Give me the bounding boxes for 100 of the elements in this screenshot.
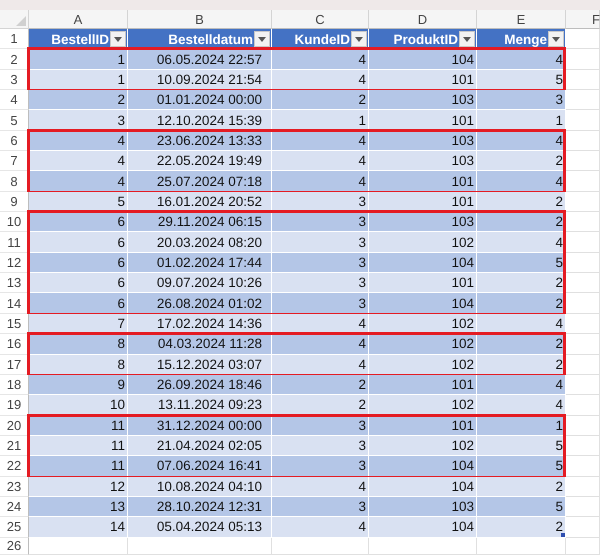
column-header[interactable]: D <box>418 12 428 26</box>
row-number[interactable]: 22 <box>6 458 22 474</box>
table-cell: 2 <box>555 275 563 290</box>
caret-icon <box>114 36 122 42</box>
filter-dropdown-button[interactable] <box>548 31 564 48</box>
table-cell: 5 <box>555 499 563 514</box>
row-number[interactable]: 7 <box>10 153 18 168</box>
table-cell: 102 <box>451 336 474 352</box>
table-cell: 103 <box>451 92 474 108</box>
row-number[interactable]: 13 <box>6 275 22 290</box>
filter-dropdown-button[interactable] <box>459 31 475 48</box>
table-cell: 2 <box>555 478 563 494</box>
row-number[interactable]: 12 <box>6 254 22 270</box>
table-cell: 102 <box>451 316 474 331</box>
table-cell: 104 <box>451 458 474 474</box>
table-cell: 4 <box>358 519 366 534</box>
table-cell: 5 <box>555 72 563 87</box>
column-header[interactable]: F <box>592 12 600 26</box>
column-header[interactable]: C <box>315 12 325 26</box>
row-number[interactable]: 8 <box>10 174 18 189</box>
table-cell: 4 <box>358 132 366 148</box>
table-cell: 102 <box>451 234 474 250</box>
table-cell: 101 <box>451 275 474 290</box>
row-number[interactable]: 2 <box>10 52 18 67</box>
table-cell: 4 <box>358 316 366 331</box>
row-number[interactable]: 9 <box>10 194 18 209</box>
table-cell: 102 <box>451 356 474 372</box>
filter-dropdown-button[interactable] <box>110 31 126 48</box>
table-cell: 5 <box>555 254 563 270</box>
table-cell: 2 <box>555 519 563 534</box>
table-cell: 2 <box>358 397 366 412</box>
row-number[interactable]: 11 <box>7 234 21 250</box>
row-number[interactable]: 6 <box>10 132 18 148</box>
column-title: KundeID <box>294 32 351 47</box>
table-cell: 4 <box>555 316 563 331</box>
table-cell: 25.07.2024 07:18 <box>156 174 262 189</box>
filter-dropdown-button[interactable] <box>351 31 367 48</box>
table-cell: 17.02.2024 14:36 <box>156 316 262 331</box>
column-header[interactable]: A <box>74 12 82 26</box>
row-number[interactable]: 26 <box>6 538 22 554</box>
table-cell: 6 <box>117 254 125 270</box>
table-cell: 4 <box>555 174 563 189</box>
row-number[interactable]: 14 <box>6 296 22 311</box>
column-title: ProduktID <box>393 32 459 47</box>
table-cell: 8 <box>117 356 125 372</box>
table-cell: 07.06.2024 16:41 <box>156 458 262 474</box>
table-cell: 102 <box>451 397 474 412</box>
filter-dropdown-button[interactable] <box>254 31 270 48</box>
row-number[interactable]: 19 <box>6 397 22 412</box>
column-title: BestellID <box>51 32 110 47</box>
row-number[interactable]: 17 <box>6 356 22 372</box>
row-number[interactable]: 21 <box>6 438 22 454</box>
row-number[interactable]: 3 <box>10 72 18 87</box>
table-cell: 103 <box>451 214 474 230</box>
table-cell: 101 <box>451 194 474 209</box>
table-cell: 2 <box>358 377 366 392</box>
table-cell: 104 <box>451 478 474 494</box>
table-cell: 1 <box>117 52 125 67</box>
table-cell: 3 <box>358 234 366 250</box>
table-cell: 2 <box>555 153 563 168</box>
table-cell: 21.04.2024 02:05 <box>156 438 262 454</box>
row-number[interactable]: 20 <box>6 418 22 433</box>
table-cell: 3 <box>358 296 366 311</box>
row-number[interactable]: 4 <box>10 92 18 108</box>
table-cell: 15.12.2024 03:07 <box>156 356 262 372</box>
table-cell: 4 <box>117 132 125 148</box>
row-number[interactable]: 10 <box>6 214 22 230</box>
table-cell: 104 <box>451 52 474 67</box>
table-cell: 3 <box>358 499 366 514</box>
table-cell: 104 <box>451 296 474 311</box>
row-number[interactable]: 18 <box>6 377 22 392</box>
caret-icon <box>463 36 471 42</box>
table-cell: 29.11.2024 06:15 <box>158 214 262 230</box>
table-cell: 01.02.2024 17:44 <box>156 254 262 270</box>
table-cell: 4 <box>117 174 125 189</box>
caret-icon <box>355 36 363 42</box>
table-cell: 4 <box>358 174 366 189</box>
row-number[interactable]: 15 <box>6 316 22 331</box>
column-header[interactable]: E <box>516 12 526 26</box>
table-cell: 4 <box>555 377 563 392</box>
table-cell: 2 <box>555 194 563 209</box>
table-cell: 103 <box>451 132 474 148</box>
table-cell: 5 <box>117 194 125 209</box>
row-number[interactable]: 5 <box>10 112 18 128</box>
row-number[interactable]: 1 <box>10 31 18 46</box>
row-number[interactable]: 24 <box>6 499 22 514</box>
row-number[interactable]: 23 <box>6 478 22 494</box>
resize-handle-icon[interactable] <box>561 532 565 537</box>
table-cell: 3 <box>358 194 366 209</box>
table-cell: 4 <box>358 336 366 352</box>
table-cell: 101 <box>451 418 474 433</box>
row-number[interactable]: 25 <box>6 519 22 534</box>
row-number[interactable]: 16 <box>6 336 22 352</box>
column-header[interactable]: B <box>195 12 204 26</box>
table-cell: 5 <box>555 438 563 454</box>
table-cell: 4 <box>117 153 125 168</box>
table-cell: 101 <box>451 174 474 189</box>
table-cell: 6 <box>117 296 125 311</box>
table-cell: 22.05.2024 19:49 <box>156 153 262 168</box>
table-cell: 13 <box>110 499 125 514</box>
